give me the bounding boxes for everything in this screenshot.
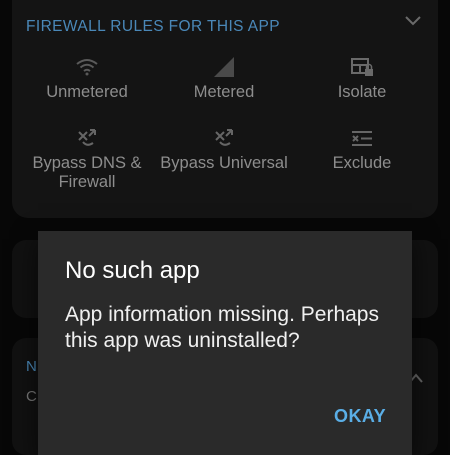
- okay-button[interactable]: OKAY: [334, 406, 386, 427]
- exclude-icon: [352, 131, 372, 146]
- bypass-icon: [78, 129, 96, 146]
- rule-bypass-dns-firewall[interactable]: Bypass DNS & Firewall: [12, 128, 162, 192]
- rule-metered[interactable]: Metered: [149, 57, 299, 102]
- rule-label: Bypass Universal: [160, 154, 288, 172]
- no-such-app-dialog: No such app App information missing. Per…: [38, 231, 412, 455]
- rule-label: Bypass DNS & Firewall: [32, 154, 142, 191]
- dialog-title: No such app: [65, 257, 200, 284]
- firewall-rules-title: FIREWALL RULES FOR THIS APP: [26, 18, 280, 35]
- wifi-icon: [76, 59, 98, 76]
- cellular-signal-icon: [214, 57, 234, 77]
- rule-isolate[interactable]: Isolate: [287, 57, 437, 102]
- firewall-rules-card: FIREWALL RULES FOR THIS APP Unmetered Me…: [12, 0, 438, 218]
- background-section-label: N: [26, 358, 37, 375]
- rule-label: Unmetered: [46, 83, 128, 101]
- bypass-icon: [215, 129, 233, 146]
- rule-unmetered[interactable]: Unmetered: [12, 57, 162, 102]
- rule-exclude[interactable]: Exclude: [287, 128, 437, 173]
- rule-bypass-universal[interactable]: Bypass Universal: [149, 128, 299, 173]
- lock-grid-icon: [351, 58, 373, 76]
- rule-label: Metered: [193, 83, 255, 101]
- rule-label: Exclude: [332, 154, 392, 172]
- background-item-label: C: [26, 388, 37, 405]
- chevron-down-icon[interactable]: [404, 14, 422, 28]
- rule-label: Isolate: [337, 83, 387, 101]
- dialog-message: App information missing. Perhaps this ap…: [65, 303, 379, 352]
